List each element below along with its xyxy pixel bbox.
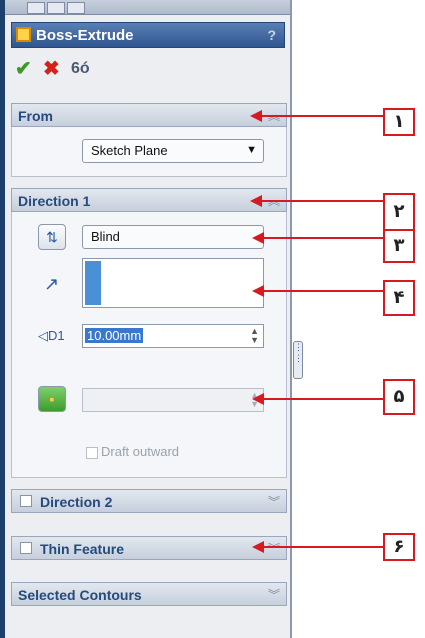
callout-number-5: ۵ xyxy=(383,379,415,415)
draft-toggle-button[interactable]: ▪ xyxy=(38,386,66,412)
draft-outward-label: Draft outward xyxy=(101,444,180,459)
direction-selection-box[interactable] xyxy=(82,258,264,308)
selected-contours-section-label: Selected Contours xyxy=(18,587,142,603)
end-condition-value: Blind xyxy=(91,229,120,244)
callout-line-5 xyxy=(260,398,383,400)
property-manager-panel: Boss-Extrude ? ✔ ✖ 6ó From ︽ Sketch Plan… xyxy=(0,0,292,638)
expand-down-icon: ︾ xyxy=(267,588,280,602)
callout-number-1: ۱ xyxy=(383,108,415,136)
draft-angle-input[interactable]: ▲ ▼ xyxy=(82,388,264,412)
callout-line-2 xyxy=(258,200,383,202)
detailed-preview-button[interactable]: 6ó xyxy=(71,58,90,80)
reverse-direction-icon: ⇅ xyxy=(46,229,58,245)
callout-number-3: ۳ xyxy=(383,229,415,263)
start-condition-select[interactable]: Sketch Plane ▼ xyxy=(82,139,264,163)
callout-line-3 xyxy=(260,237,383,239)
direction1-section-label: Direction 1 xyxy=(18,193,91,209)
depth-spinner[interactable]: ▲ ▼ xyxy=(250,327,259,345)
depth-value: 10.00mm xyxy=(85,328,144,343)
callout-number-2: ۲ xyxy=(383,193,415,231)
top-tab-strip xyxy=(5,0,290,15)
selected-contours-section-header[interactable]: Selected Contours ︾ xyxy=(11,582,287,606)
end-condition-select[interactable]: Blind xyxy=(82,225,264,249)
dropdown-arrow-icon: ▼ xyxy=(246,144,257,156)
direction2-section-label: Direction 2 xyxy=(40,494,113,510)
direction1-section-header[interactable]: Direction 1 ︽ xyxy=(11,188,287,212)
expand-down-icon: ︾ xyxy=(267,542,280,556)
draft-outward-checkbox[interactable] xyxy=(86,447,98,459)
thin-feature-checkbox[interactable] xyxy=(20,542,32,554)
configuration-manager-tab[interactable] xyxy=(67,2,85,14)
thin-feature-section-label: Thin Feature xyxy=(40,541,125,557)
panel-title-bar: Boss-Extrude ? xyxy=(11,22,285,48)
panel-splitter-handle[interactable]: ⋮ ⋮ xyxy=(293,341,303,379)
callout-line-1 xyxy=(258,115,383,117)
ok-button[interactable]: ✔ xyxy=(15,58,32,80)
depth-input[interactable]: 10.00mm ▲ ▼ xyxy=(82,324,264,348)
reverse-direction-button[interactable]: ⇅ xyxy=(38,224,66,250)
draft-icon: ▪ xyxy=(49,391,55,407)
callout-number-6: ۶ xyxy=(383,533,415,561)
direction2-checkbox[interactable] xyxy=(20,495,32,507)
panel-title: Boss-Extrude xyxy=(36,27,134,44)
depth-dimension-icon: ◁D1 xyxy=(38,328,65,343)
cancel-button[interactable]: ✖ xyxy=(43,58,60,80)
from-section-header[interactable]: From ︽ xyxy=(11,103,287,127)
direction2-section-header[interactable]: Direction 2 ︾ xyxy=(11,489,287,513)
from-section-body: Sketch Plane ▼ xyxy=(11,127,287,177)
property-manager-tab[interactable] xyxy=(47,2,65,14)
boss-extrude-icon xyxy=(16,27,31,42)
start-condition-value: Sketch Plane xyxy=(91,143,168,158)
callout-line-6 xyxy=(260,546,383,548)
help-button[interactable]: ? xyxy=(267,27,276,43)
active-selection-bar xyxy=(85,261,101,305)
from-section-label: From xyxy=(18,108,53,124)
direction-vector-icon: ↗ xyxy=(44,274,60,294)
feature-manager-tab[interactable] xyxy=(27,2,45,14)
callout-number-4: ۴ xyxy=(383,280,415,316)
callout-line-4 xyxy=(260,290,383,292)
thin-feature-section-header[interactable]: Thin Feature ︾ xyxy=(11,536,287,560)
direction1-section-body: ⇅ Blind ↗ ◁D1 10.00mm ▲ ▼ ▪ ▲ ▼ Draft outw… xyxy=(11,212,287,478)
expand-down-icon: ︾ xyxy=(267,495,280,509)
